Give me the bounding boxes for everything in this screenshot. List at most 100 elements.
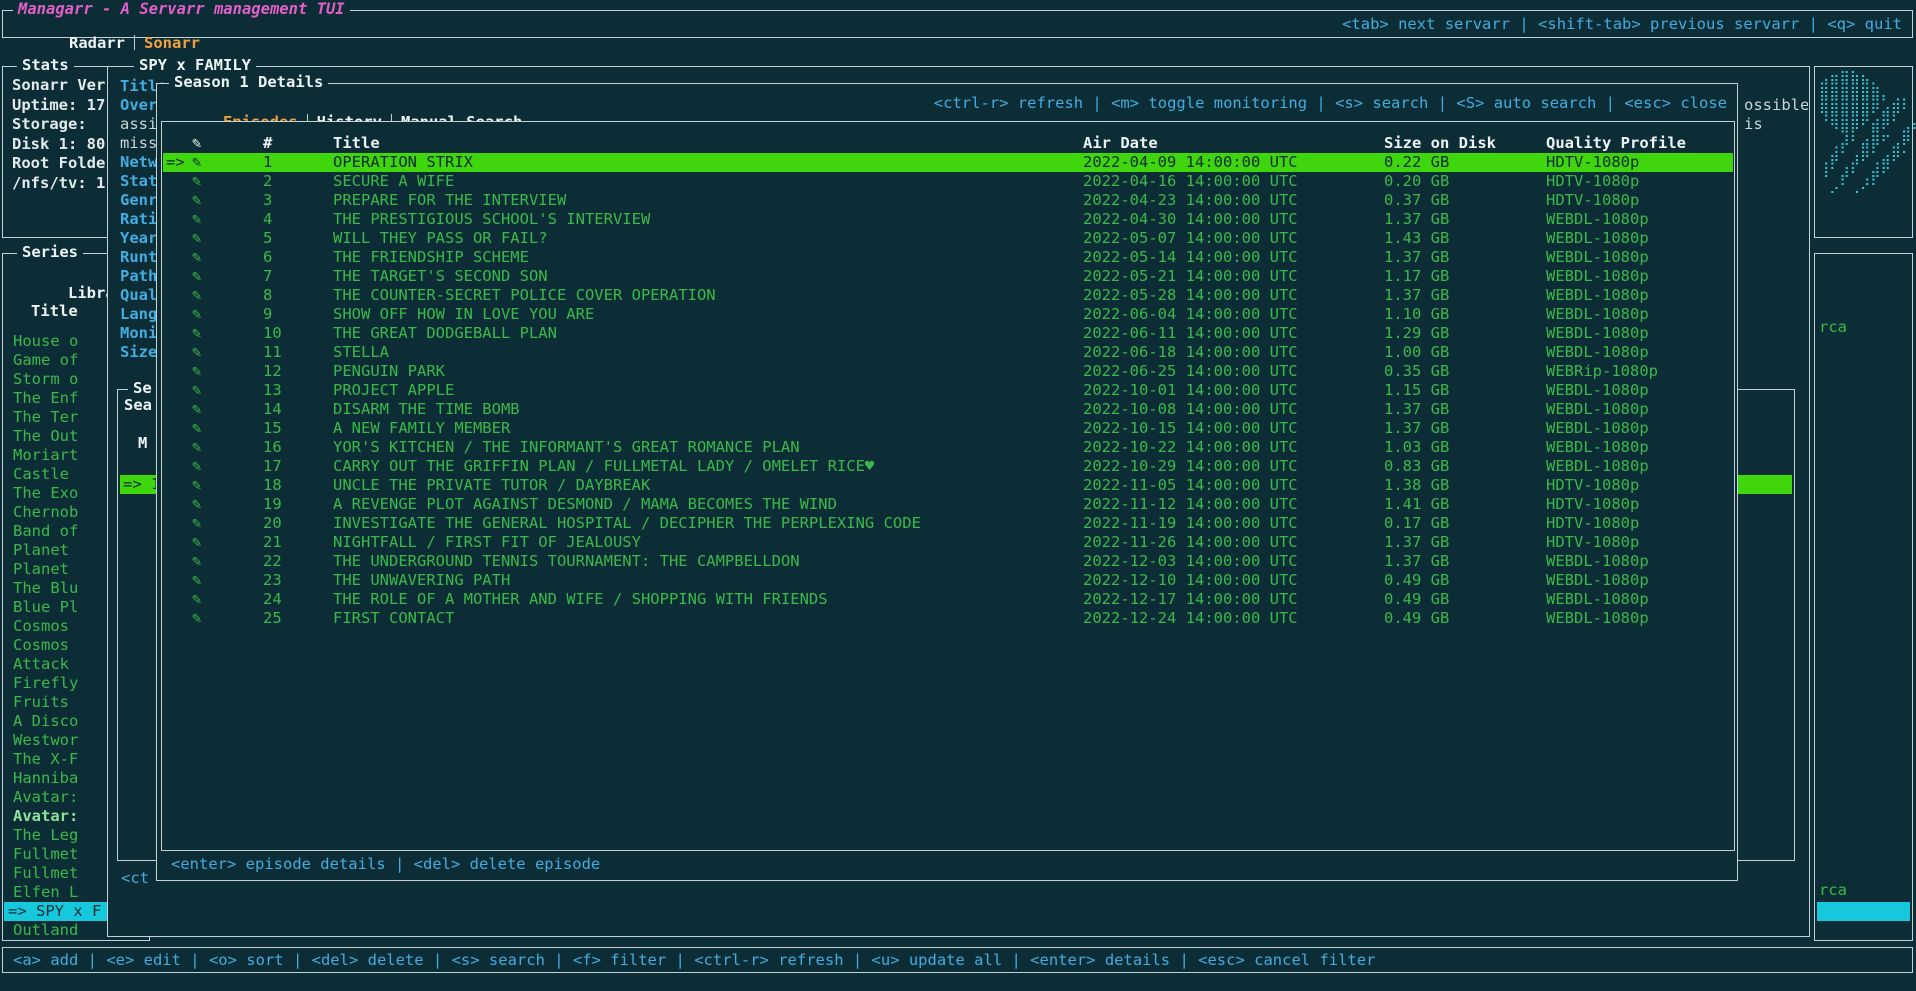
pencil-icon: ✎ — [192, 134, 201, 153]
episode-row[interactable]: ✎ 9 SHOW OFF HOW IN LOVE YOU ARE 2022-06… — [163, 305, 1733, 324]
tab-separator — [134, 35, 135, 50]
episodes-table: ✎ # Title Air Date Size on Disk Quality … — [161, 121, 1735, 851]
episode-row[interactable]: ✎ 12 PENGUIN PARK 2022-06-25 14:00:00 UT… — [163, 362, 1733, 381]
episode-air-date: 2022-06-04 14:00:00 UTC — [1083, 305, 1298, 324]
season-details-popup: Season 1 Details EpisodesHistoryManual S… — [156, 83, 1738, 881]
episode-row[interactable]: ✎ 15 A NEW FAMILY MEMBER 2022-10-15 14:0… — [163, 419, 1733, 438]
tab-sonarr[interactable]: Sonarr — [144, 34, 200, 52]
episode-row[interactable]: ✎ 20 INVESTIGATE THE GENERAL HOSPITAL / … — [163, 514, 1733, 533]
episode-size: 1.03 GB — [1384, 438, 1449, 457]
episode-row[interactable]: ✎ 21 NIGHTFALL / FIRST FIT OF JEALOUSY 2… — [163, 533, 1733, 552]
episode-row[interactable]: ✎ 13 PROJECT APPLE 2022-10-01 14:00:00 U… — [163, 381, 1733, 400]
episode-row[interactable]: ✎ 7 THE TARGET'S SECOND SON 2022-05-21 1… — [163, 267, 1733, 286]
episode-number: 11 — [263, 343, 282, 362]
pencil-icon: ✎ — [192, 571, 201, 590]
episode-title: THE GREAT DODGEBALL PLAN — [333, 324, 557, 343]
episode-row[interactable]: ✎ 2 SECURE A WIFE 2022-04-16 14:00:00 UT… — [163, 172, 1733, 191]
bottom-bar: <a> add | <e> edit | <o> sort | <del> de… — [2, 947, 1913, 973]
episode-row[interactable]: ✎ 10 THE GREAT DODGEBALL PLAN 2022-06-11… — [163, 324, 1733, 343]
episode-title: DISARM THE TIME BOMB — [333, 400, 520, 419]
episode-title: A NEW FAMILY MEMBER — [333, 419, 510, 438]
episode-row[interactable]: ✎ 8 THE COUNTER-SECRET POLICE COVER OPER… — [163, 286, 1733, 305]
episode-air-date: 2022-10-29 14:00:00 UTC — [1083, 457, 1298, 476]
episode-quality-profile: WEBRip-1080p — [1546, 362, 1658, 381]
episode-size: 0.35 GB — [1384, 362, 1449, 381]
episode-row[interactable]: ✎ 16 YOR'S KITCHEN / THE INFORMANT'S GRE… — [163, 438, 1733, 457]
episode-number: 19 — [263, 495, 282, 514]
episode-row[interactable]: ✎ 3 PREPARE FOR THE INTERVIEW 2022-04-23… — [163, 191, 1733, 210]
column-number: # — [263, 134, 272, 153]
episode-air-date: 2022-10-01 14:00:00 UTC — [1083, 381, 1298, 400]
episode-title: SHOW OFF HOW IN LOVE YOU ARE — [333, 305, 594, 324]
episode-title: INVESTIGATE THE GENERAL HOSPITAL / DECIP… — [333, 514, 921, 533]
episode-size: 1.37 GB — [1384, 533, 1449, 552]
episode-air-date: 2022-12-10 14:00:00 UTC — [1083, 571, 1298, 590]
episode-quality-profile: WEBDL-1080p — [1546, 248, 1649, 267]
episode-row[interactable]: ✎ 22 THE UNDERGROUND TENNIS TOURNAMENT: … — [163, 552, 1733, 571]
episode-row[interactable]: ✎ 19 A REVENGE PLOT AGAINST DESMOND / MA… — [163, 495, 1733, 514]
episode-quality-profile: WEBDL-1080p — [1546, 210, 1649, 229]
episode-quality-profile: WEBDL-1080p — [1546, 400, 1649, 419]
episode-row[interactable]: ✎ 6 THE FRIENDSHIP SCHEME 2022-05-14 14:… — [163, 248, 1733, 267]
episode-size: 1.43 GB — [1384, 229, 1449, 248]
overview-fragment: ossible — [1744, 96, 1808, 115]
episode-air-date: 2022-04-16 14:00:00 UTC — [1083, 172, 1298, 191]
episode-number: 23 — [263, 571, 282, 590]
tab-radarr[interactable]: Radarr — [69, 34, 125, 52]
episode-row[interactable]: => ✎ 1 OPERATION STRIX 2022-04-09 14:00:… — [163, 153, 1733, 172]
episode-air-date: 2022-10-15 14:00:00 UTC — [1083, 419, 1298, 438]
episode-quality-profile: WEBDL-1080p — [1546, 457, 1649, 476]
episode-number: 12 — [263, 362, 282, 381]
season-details-help: <ctrl-r> refresh | <m> toggle monitoring… — [934, 94, 1727, 113]
episode-row[interactable]: ✎ 5 WILL THEY PASS OR FAIL? 2022-05-07 1… — [163, 229, 1733, 248]
episode-row[interactable]: ✎ 14 DISARM THE TIME BOMB 2022-10-08 14:… — [163, 400, 1733, 419]
episode-size: 0.49 GB — [1384, 590, 1449, 609]
episode-quality-profile: WEBDL-1080p — [1546, 571, 1649, 590]
episode-size: 1.17 GB — [1384, 267, 1449, 286]
episode-quality-profile: WEBDL-1080p — [1546, 419, 1649, 438]
episode-row[interactable]: ✎ 11 STELLA 2022-06-18 14:00:00 UTC 1.00… — [163, 343, 1733, 362]
episode-quality-profile: HDTV-1080p — [1546, 495, 1639, 514]
pencil-icon: ✎ — [192, 457, 201, 476]
episode-number: 4 — [263, 210, 272, 229]
episode-row[interactable]: ✎ 4 THE PRESTIGIOUS SCHOOL'S INTERVIEW 2… — [163, 210, 1733, 229]
pencil-icon: ✎ — [192, 210, 201, 229]
logo-art: ⣠⣶⣿⣷⣦⡀⠀⠀⠀⠀ ⣿⣿⣿⣿⣿⣿⡄⢀⡀⠀ ⢿⣿⣿⣿⣿⠟⣴⡿⠃⠀ ⠈⠻⣿⡿⠋⣾⠟… — [1819, 70, 1916, 198]
episode-quality-profile: HDTV-1080p — [1546, 514, 1639, 533]
episode-row[interactable]: ✎ 23 THE UNWAVERING PATH 2022-12-10 14:0… — [163, 571, 1733, 590]
episode-number: 9 — [263, 305, 272, 324]
episode-size: 0.20 GB — [1384, 172, 1449, 191]
episode-air-date: 2022-04-30 14:00:00 UTC — [1083, 210, 1298, 229]
episode-number: 6 — [263, 248, 272, 267]
episode-number: 22 — [263, 552, 282, 571]
episode-quality-profile: HDTV-1080p — [1546, 172, 1639, 191]
pencil-icon: ✎ — [192, 343, 201, 362]
episode-row[interactable]: ✎ 18 UNCLE THE PRIVATE TUTOR / DAYBREAK … — [163, 476, 1733, 495]
episode-row[interactable]: ✎ 24 THE ROLE OF A MOTHER AND WIFE / SHO… — [163, 590, 1733, 609]
stats-line: Disk 1: 80 — [12, 135, 105, 155]
episode-air-date: 2022-11-05 14:00:00 UTC — [1083, 476, 1298, 495]
episode-title: FIRST CONTACT — [333, 609, 454, 628]
pencil-icon: ✎ — [192, 248, 201, 267]
episode-size: 1.37 GB — [1384, 400, 1449, 419]
pencil-icon: ✎ — [192, 533, 201, 552]
episode-quality-profile: WEBDL-1080p — [1546, 286, 1649, 305]
pencil-icon: ✎ — [192, 153, 201, 172]
episode-air-date: 2022-12-03 14:00:00 UTC — [1083, 552, 1298, 571]
episode-row[interactable]: ✎ 25 FIRST CONTACT 2022-12-24 14:00:00 U… — [163, 609, 1733, 628]
episode-air-date: 2022-05-14 14:00:00 UTC — [1083, 248, 1298, 267]
stats-line: Storage: — [12, 115, 105, 135]
episode-row[interactable]: ✎ 17 CARRY OUT THE GRIFFIN PLAN / FULLME… — [163, 457, 1733, 476]
series-overview-fragments: ossibleis — [1744, 96, 1808, 134]
episode-title: THE ROLE OF A MOTHER AND WIFE / SHOPPING… — [333, 590, 828, 609]
episodes-footer-help: <enter> episode details | <del> delete e… — [171, 855, 600, 874]
episode-number: 5 — [263, 229, 272, 248]
episodes-table-header: ✎ # Title Air Date Size on Disk Quality … — [163, 134, 1733, 153]
episode-number: 18 — [263, 476, 282, 495]
episode-size: 0.17 GB — [1384, 514, 1449, 533]
stats-line: /nfs/tv: 1 — [12, 174, 105, 194]
pencil-icon: ✎ — [192, 514, 201, 533]
episode-size: 1.00 GB — [1384, 343, 1449, 362]
episode-air-date: 2022-10-08 14:00:00 UTC — [1083, 400, 1298, 419]
pencil-icon: ✎ — [192, 229, 201, 248]
